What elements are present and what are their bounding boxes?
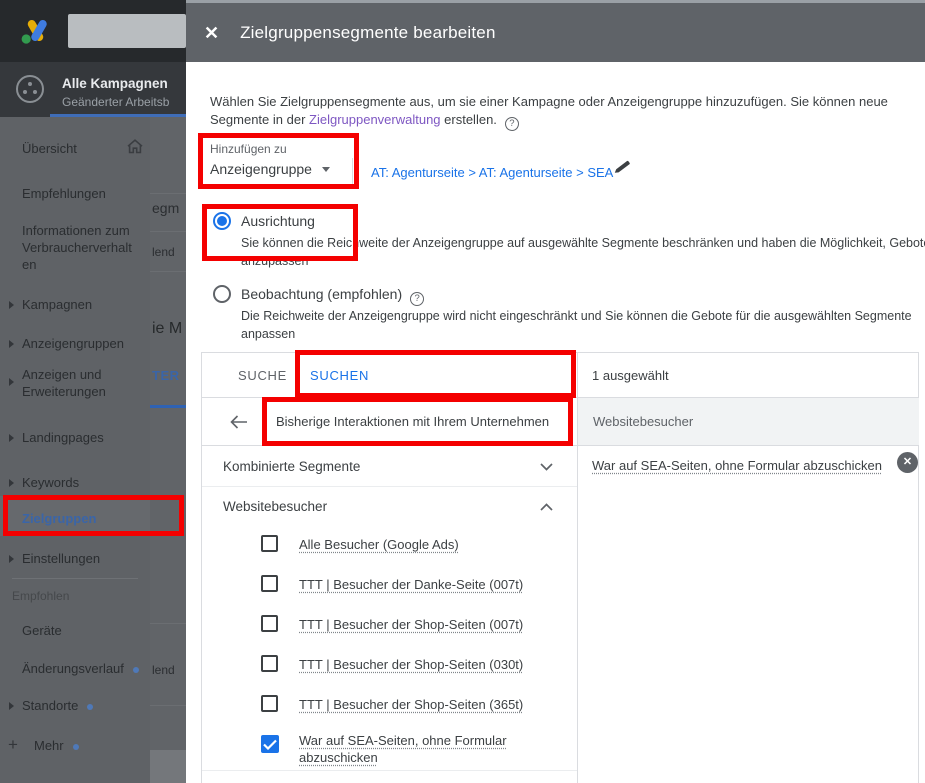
selected-group-band: Websitebesucher	[578, 398, 919, 446]
list-item[interactable]: TTT | Besucher der Shop-Seiten (030t)	[202, 645, 577, 685]
sidebar-item-zielgruppen[interactable]: Zielgruppen	[22, 511, 96, 526]
sidebar-item-empfehlungen[interactable]: Empfehlungen	[22, 186, 106, 201]
background-text-fragment: lend	[152, 245, 175, 259]
notification-dot	[132, 666, 139, 673]
background-text-fragment: TER	[152, 368, 180, 383]
chevron-right-icon	[9, 479, 14, 487]
dropdown-separator	[352, 158, 353, 187]
checkbox-unchecked[interactable]	[261, 535, 278, 552]
radio-ausrichtung[interactable]	[213, 212, 231, 230]
selected-group-label: Websitebesucher	[593, 414, 694, 429]
dimmed-background-strip: egm lend ie M TER lend	[150, 117, 186, 783]
selected-segment-label: War auf SEA-Seiten, ohne Formular abzusc…	[592, 458, 882, 473]
radio-ausrichtung-label[interactable]: Ausrichtung	[241, 213, 315, 229]
add-to-dropdown[interactable]: Anzeigengruppe	[210, 161, 330, 177]
checkbox-unchecked[interactable]	[261, 655, 278, 672]
browse-header-row: Bisherige Interaktionen mit Ihrem Untern…	[202, 398, 577, 446]
radio-beobachtung-label[interactable]: Beobachtung (empfohlen)?	[241, 286, 425, 306]
radio-ausrichtung-desc: Sie können die Reichweite der Anzeigengr…	[241, 236, 925, 268]
checkbox-checked[interactable]	[261, 735, 279, 753]
home-icon	[127, 139, 143, 154]
background-text-fragment: ie M	[152, 320, 183, 337]
help-icon[interactable]: ?	[504, 117, 519, 131]
segment-picker: SUCHE SUCHEN 1 ausgewählt Bisherige Inte…	[201, 352, 919, 783]
sidebar-item-verbraucherverhalten[interactable]: Informationen zum Verbraucherverhalten	[22, 222, 136, 273]
all-campaigns-icon	[16, 75, 44, 103]
left-sidebar: Übersicht Empfehlungen Informationen zum…	[0, 117, 150, 783]
list-item[interactable]: TTT | Besucher der Shop-Seiten (007t)	[202, 605, 577, 645]
dialog-body: Wählen Sie Zielgruppensegmente aus, um s…	[186, 62, 925, 783]
radio-beobachtung-desc: Die Reichweite der Anzeigengruppe wird n…	[241, 309, 912, 341]
list-bottom-divider	[202, 770, 577, 771]
list-item[interactable]: Alle Besucher (Google Ads)	[202, 525, 577, 565]
background-tab-indicator	[150, 405, 186, 408]
sidebar-item-einstellungen[interactable]: Einstellungen	[22, 551, 100, 566]
checkbox-unchecked[interactable]	[261, 695, 278, 712]
edit-pencil-icon[interactable]	[614, 158, 631, 175]
chevron-right-icon	[9, 702, 14, 710]
tab-row: SUCHE SUCHEN 1 ausgewählt	[202, 353, 919, 398]
tab-suchen[interactable]: SUCHEN	[310, 368, 369, 383]
campaign-scope-title[interactable]: Alle Kampagnen	[62, 76, 168, 91]
sidebar-item-uebersicht[interactable]: Übersicht	[22, 141, 77, 156]
remove-segment-icon[interactable]: ✕	[897, 452, 918, 473]
browse-header-label: Bisherige Interaktionen mit Ihrem Untern…	[276, 414, 550, 429]
sidebar-divider	[12, 578, 138, 579]
help-icon[interactable]: ?	[410, 292, 425, 306]
google-ads-logo-icon	[21, 20, 47, 44]
category-kombinierte-segmente[interactable]: Kombinierte Segmente	[202, 447, 577, 487]
campaign-scope-subtitle: Geänderter Arbeitsb	[62, 95, 170, 109]
intro-text: Wählen Sie Zielgruppensegmente aus, um s…	[210, 94, 888, 131]
checkbox-unchecked[interactable]	[261, 575, 278, 592]
chevron-right-icon	[9, 555, 14, 563]
selected-count: 1 ausgewählt	[592, 368, 669, 383]
checkbox-unchecked[interactable]	[261, 615, 278, 632]
chevron-up-icon[interactable]	[540, 503, 553, 511]
chevron-right-icon	[9, 434, 14, 442]
sidebar-item-anzeigen-erweiterungen[interactable]: Anzeigen und Erweiterungen	[22, 366, 136, 400]
background-text-fragment: egm	[152, 200, 180, 216]
ad-group-breadcrumb[interactable]: AT: Agenturseite > AT: Agenturseite > SE…	[371, 165, 613, 180]
background-strip-footer	[150, 750, 186, 783]
sidebar-item-landingpages[interactable]: Landingpages	[22, 430, 104, 445]
add-to-label: Hinzufügen zu	[210, 142, 287, 156]
google-ads-edit-audience-screen: Alle Kampagnen Geänderter Arbeitsb Übers…	[0, 0, 925, 783]
sidebar-item-geraete[interactable]: Geräte	[22, 623, 62, 638]
back-arrow-icon[interactable]	[230, 415, 248, 429]
chevron-right-icon	[9, 378, 14, 386]
chevron-right-icon	[9, 340, 14, 348]
tab-suche[interactable]: SUCHE	[238, 368, 287, 383]
chevron-down-icon	[321, 167, 330, 172]
background-text-fragment: lend	[152, 663, 175, 677]
chevron-down-icon[interactable]	[540, 463, 553, 471]
sidebar-item-standorte[interactable]: Standorte	[22, 698, 94, 713]
zielgruppenverwaltung-link[interactable]: Zielgruppenverwaltung	[309, 112, 441, 127]
sidebar-section-empfohlen: Empfohlen	[12, 589, 70, 603]
app-top-bar	[0, 0, 186, 62]
sidebar-item-keywords[interactable]: Keywords	[22, 475, 79, 490]
sidebar-item-kampagnen[interactable]: Kampagnen	[22, 297, 92, 312]
sidebar-item-anzeigengruppen[interactable]: Anzeigengruppen	[22, 336, 124, 351]
radio-beobachtung[interactable]	[213, 285, 231, 303]
chevron-right-icon	[9, 301, 14, 309]
list-item[interactable]: TTT | Besucher der Danke-Seite (007t)	[202, 565, 577, 605]
dialog-header: ✕ Zielgruppensegmente bearbeiten	[186, 3, 925, 62]
campaign-nav-header: Alle Kampagnen Geänderter Arbeitsb	[0, 62, 186, 117]
list-item[interactable]: TTT | Besucher der Shop-Seiten (365t)	[202, 685, 577, 725]
dialog-title: Zielgruppensegmente bearbeiten	[240, 22, 496, 42]
list-item[interactable]: War auf SEA-Seiten, ohne Formular abzusc…	[202, 723, 577, 771]
notification-dot	[87, 703, 94, 710]
sidebar-item-mehr[interactable]: Mehr	[34, 738, 79, 753]
plus-icon: +	[8, 735, 18, 754]
category-websitebesucher[interactable]: Websitebesucher	[202, 488, 577, 526]
close-icon[interactable]: ✕	[204, 24, 219, 42]
notification-dot	[72, 743, 79, 750]
column-divider	[577, 353, 578, 783]
redacted-account-name	[68, 14, 186, 48]
sidebar-item-aenderungsverlauf[interactable]: Änderungsverlauf	[22, 661, 139, 676]
